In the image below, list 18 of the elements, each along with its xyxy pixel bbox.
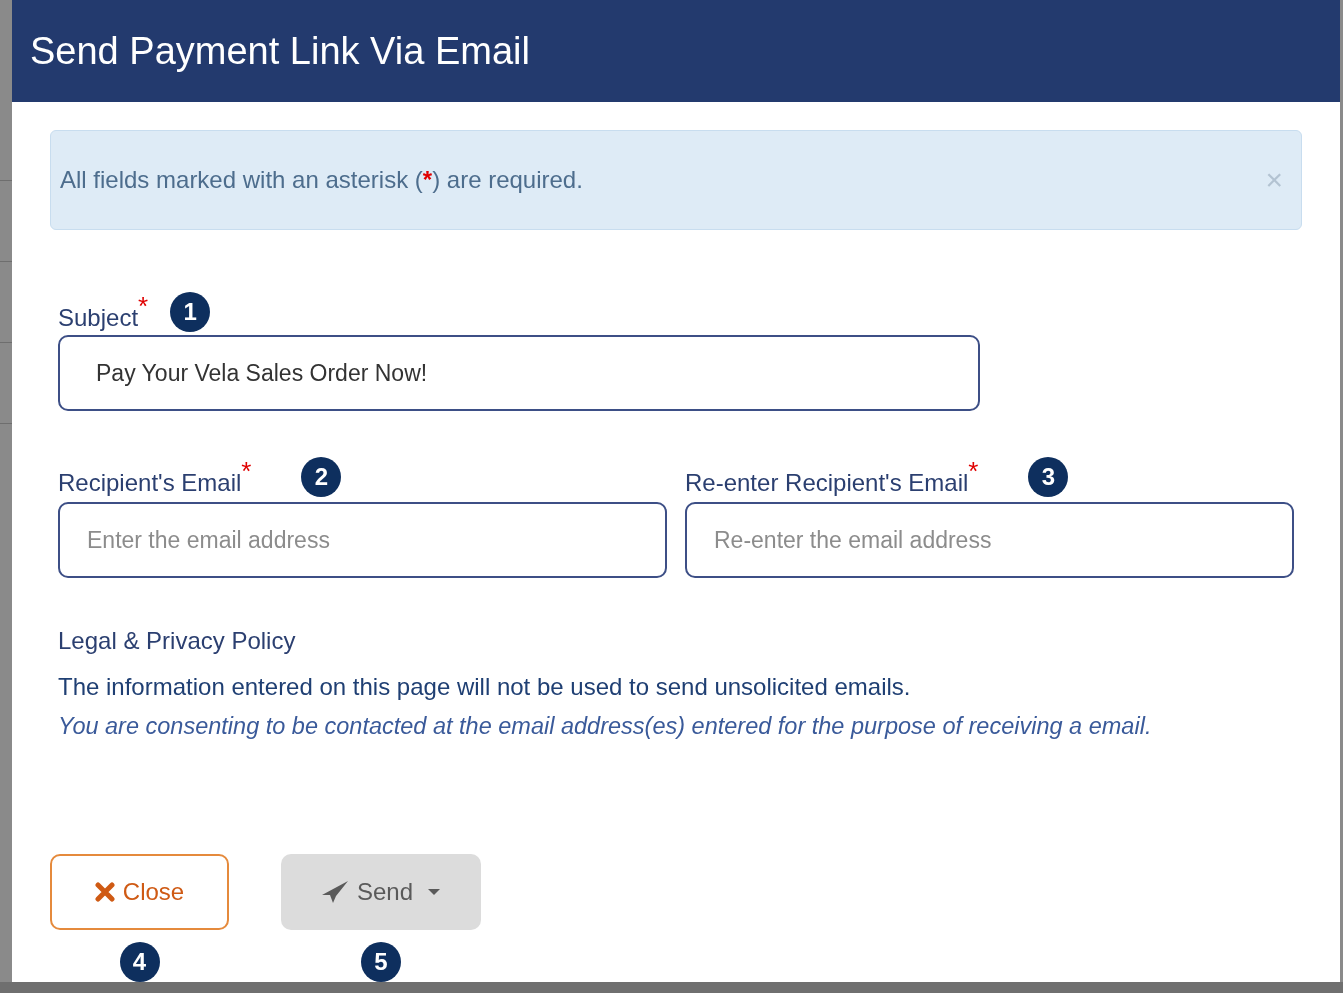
paper-plane-icon [320,880,349,904]
email-field[interactable]: Enter the email address [58,502,667,578]
step-number-badge: 5 [361,942,401,982]
close-icon [94,882,115,902]
legal-heading: Legal & Privacy Policy [58,627,297,655]
dialog-title: Send Payment Link Via Email [30,29,530,73]
alert-message: All fields marked with an asterisk (*) are required. [60,166,583,194]
step-number-badge: 2 [301,457,342,497]
step-number-badge: 3 [1028,457,1069,497]
close-button[interactable]: Close [50,854,229,930]
send-button[interactable]: Send [281,854,481,930]
step-number-badge: 1 [170,292,211,332]
email-field[interactable]: Re-enter the email address [685,502,1294,578]
subject-field[interactable]: Pay Your Vela Sales Order Now! [58,335,980,411]
consent-notice: You are consenting to be contacted at the email address(es) entered for the purpose of receiving a email. [58,713,1153,740]
privacy-statement: The information entered on this page will not be used to send unsolicited emails. [58,673,912,701]
caret-icon [427,888,442,896]
step-number-badge: 4 [119,942,160,982]
